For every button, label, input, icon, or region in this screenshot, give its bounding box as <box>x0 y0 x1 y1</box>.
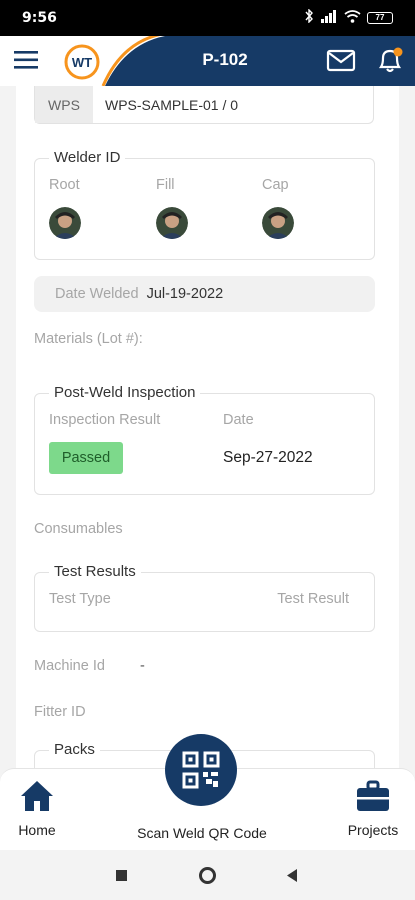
welder-root-label: Root <box>49 177 80 193</box>
bell-icon <box>378 47 403 73</box>
svg-text:WT: WT <box>72 55 92 70</box>
mail-button[interactable] <box>326 48 356 74</box>
post-weld-inspection-legend: Post-Weld Inspection <box>49 384 201 401</box>
wps-label: WPS <box>35 86 93 123</box>
test-results-section: Test Results Test Type Test Result <box>34 563 375 632</box>
home-icon <box>21 781 53 811</box>
hamburger-menu-button[interactable] <box>12 48 40 72</box>
welder-id-legend: Welder ID <box>49 149 126 166</box>
inspection-date-header: Date <box>223 412 254 428</box>
machine-id-value: - <box>140 658 145 674</box>
nav-projects[interactable]: Projects <box>340 779 406 838</box>
inspection-date-value: Sep-27-2022 <box>223 449 313 466</box>
date-welded-value: Jul-19-2022 <box>146 286 224 302</box>
packs-legend: Packs <box>49 741 100 758</box>
scan-qr-button[interactable] <box>165 734 237 806</box>
nav-projects-label: Projects <box>347 822 399 838</box>
home-system-button[interactable] <box>199 867 216 884</box>
machine-id-label: Machine Id <box>34 658 105 674</box>
weld-detail-content[interactable]: WPS WPS-SAMPLE-01 / 0 Welder ID Root Fil… <box>16 86 399 770</box>
post-weld-inspection-section: Post-Weld Inspection Inspection Result D… <box>34 384 375 495</box>
briefcase-icon <box>357 780 389 811</box>
battery-icon: 77 <box>367 11 393 24</box>
recents-button[interactable] <box>116 870 127 881</box>
status-time: 9:56 <box>22 10 57 26</box>
welder-cap-label: Cap <box>262 177 289 193</box>
inspection-status-badge: Passed <box>49 442 123 474</box>
nav-scan-label: Scan Weld QR Code <box>137 825 267 841</box>
welder-cap-avatar[interactable] <box>262 207 294 239</box>
welder-fill-avatar[interactable] <box>156 207 188 239</box>
envelope-icon <box>326 49 356 72</box>
test-result-header: Test Result <box>277 591 349 607</box>
system-navigation-bar <box>0 850 415 900</box>
nav-home-label: Home <box>18 822 56 838</box>
status-icons: 77 <box>304 8 393 26</box>
wps-row: WPS WPS-SAMPLE-01 / 0 <box>34 86 374 124</box>
consumables-label: Consumables <box>34 521 123 537</box>
app-header: WT P-102 <box>0 36 415 86</box>
welder-root-avatar[interactable] <box>49 207 81 239</box>
status-bar: 9:56 77 <box>0 0 415 36</box>
back-button[interactable] <box>285 868 299 883</box>
wps-value: WPS-SAMPLE-01 / 0 <box>105 96 239 113</box>
welder-id-section: Welder ID Root Fill Cap <box>34 149 375 260</box>
materials-label: Materials (Lot #): <box>34 331 143 347</box>
date-welded-label: Date Welded <box>55 286 139 302</box>
page-title: P-102 <box>202 50 248 69</box>
qr-code-icon <box>182 751 220 789</box>
app-logo: WT <box>62 42 102 82</box>
notifications-button[interactable] <box>374 44 406 76</box>
nav-home[interactable]: Home <box>8 779 66 838</box>
date-welded-row: Date Welded Jul-19-2022 <box>34 276 375 312</box>
menu-icon <box>14 51 38 69</box>
bluetooth-icon <box>304 8 314 26</box>
welder-fill-label: Fill <box>156 177 175 193</box>
signal-icon <box>320 9 338 26</box>
wifi-icon <box>344 9 361 26</box>
fitter-id-label: Fitter ID <box>34 704 86 720</box>
inspection-result-header: Inspection Result <box>49 412 161 428</box>
test-type-header: Test Type <box>49 591 111 607</box>
test-results-legend: Test Results <box>49 563 141 580</box>
